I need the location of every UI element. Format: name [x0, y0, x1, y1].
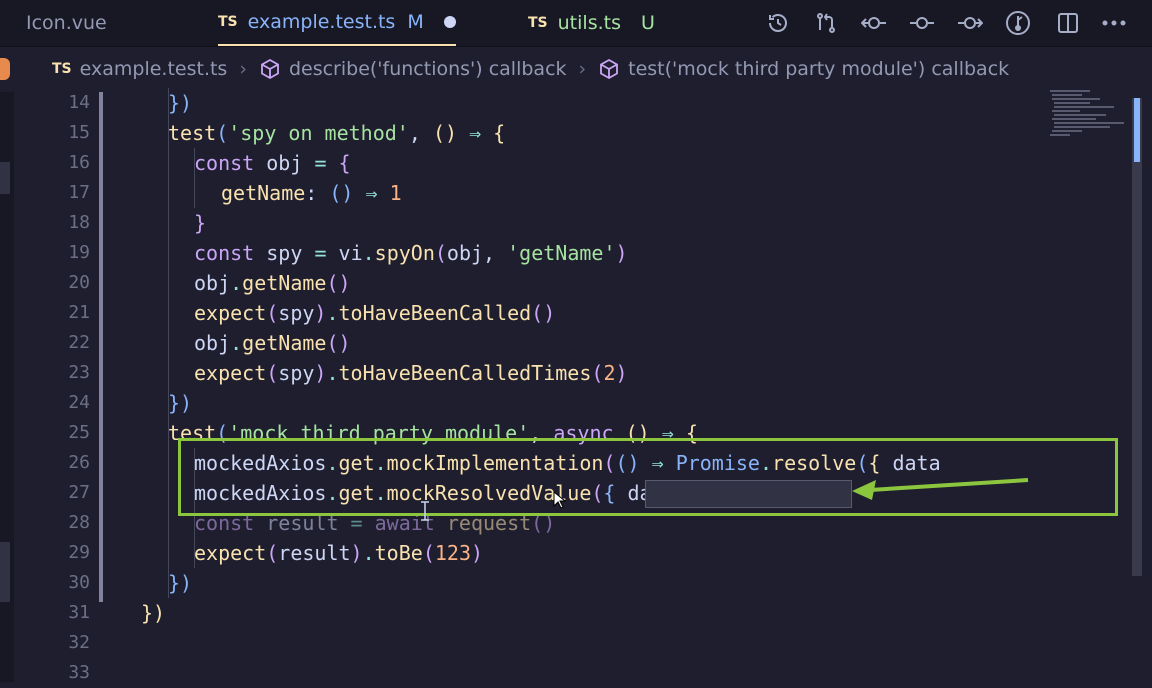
mouse-pointer-icon	[553, 490, 566, 509]
git-modified-indicator[interactable]	[99, 92, 103, 602]
line-number: 29	[68, 542, 90, 563]
line-number: 33	[68, 662, 90, 683]
code-line-30: })	[168, 571, 193, 595]
line-number: 23	[68, 362, 90, 383]
vertical-scrollbar-thumb[interactable]	[1134, 98, 1140, 162]
breadcrumb-file[interactable]: example.test.ts	[80, 58, 228, 80]
line-number: 17	[68, 182, 90, 203]
tab-icon-vue[interactable]: Icon.vue	[26, 0, 107, 46]
code-line-16: const obj = {	[194, 151, 351, 175]
code-line-17: getName: () ⇒ 1	[221, 181, 402, 205]
code-line-18: }	[194, 211, 207, 235]
git-graph-icon[interactable]	[1004, 9, 1032, 37]
tab-label: utils.ts	[557, 12, 621, 34]
code-line-31: })	[141, 601, 166, 625]
chevron-right-icon: ›	[239, 58, 247, 80]
line-number: 27	[68, 482, 90, 503]
previous-change-icon[interactable]	[860, 9, 888, 37]
minimap[interactable]	[1046, 88, 1132, 148]
split-editor-icon[interactable]	[1054, 9, 1082, 37]
line-number: 22	[68, 332, 90, 353]
line-number: 14	[68, 92, 90, 113]
line-number: 32	[68, 632, 90, 653]
annotation-arrow-icon	[852, 478, 1029, 500]
text-cursor-icon	[421, 501, 429, 521]
typescript-icon: TS	[218, 14, 238, 30]
commit-icon[interactable]	[908, 9, 936, 37]
vertical-scrollbar-track[interactable]	[1132, 98, 1142, 576]
code-line-29: expect(result).toBe(123)	[194, 541, 484, 565]
compare-changes-icon[interactable]	[812, 9, 840, 37]
code-editor[interactable]: }) test('spy on method', () ⇒ { const ob…	[112, 88, 1037, 682]
breadcrumb-describe[interactable]: describe('functions') callback	[289, 58, 567, 80]
modified-status: M	[407, 11, 424, 33]
line-number: 18	[68, 212, 90, 233]
code-line-21: expect(spy).toHaveBeenCalled()	[194, 301, 556, 325]
indent-guide	[168, 88, 169, 598]
code-line-22: obj.getName()	[194, 331, 351, 355]
code-line-19: const spy = vi.spyOn(obj, 'getName')	[194, 241, 628, 265]
line-number: 31	[68, 602, 90, 623]
code-line-15: test('spy on method', () ⇒ {	[168, 121, 506, 145]
line-number: 25	[68, 422, 90, 443]
line-number: 26	[68, 452, 90, 473]
unsaved-dot-icon[interactable]	[443, 16, 456, 28]
line-number: 19	[68, 242, 90, 263]
typescript-icon: TS	[528, 15, 548, 31]
timeline-history-icon[interactable]	[764, 9, 792, 37]
breadcrumb: TS example.test.ts › describe('functions…	[0, 46, 1152, 92]
line-number: 16	[68, 152, 90, 173]
line-number: 30	[68, 572, 90, 593]
editor-tab-bar: Icon.vue TS example.test.ts M TS utils.t…	[0, 0, 1152, 47]
code-line-14: })	[168, 91, 193, 115]
side-panel-edge	[0, 92, 14, 682]
line-number: 24	[68, 392, 90, 413]
line-number: 28	[68, 512, 90, 533]
code-line-24: })	[168, 391, 193, 415]
tab-label: example.test.ts	[247, 11, 396, 33]
symbol-method-icon	[261, 58, 279, 80]
tab-label: Icon.vue	[26, 12, 107, 34]
tab-example-test-ts[interactable]: TS example.test.ts M	[218, 0, 456, 46]
code-line-20: obj.getName()	[194, 271, 351, 295]
line-number-gutter: 14 15 16 17 18 19 20 21 22 23 24 25 26 2…	[14, 88, 94, 683]
panel-marker	[0, 542, 10, 602]
line-number: 21	[68, 302, 90, 323]
symbol-method-icon	[600, 58, 619, 80]
code-line-23: expect(spy).toHaveBeenCalledTimes(2)	[194, 361, 628, 385]
chevron-right-icon: ›	[578, 58, 587, 80]
panel-marker	[0, 162, 10, 194]
tab-utils-ts[interactable]: TS utils.ts U	[528, 0, 655, 46]
untracked-status: U	[640, 12, 655, 34]
typescript-icon: TS	[52, 61, 72, 77]
line-number: 20	[68, 272, 90, 293]
breadcrumb-test[interactable]: test('mock third party module') callback	[628, 58, 1009, 80]
line-number: 15	[68, 122, 90, 143]
more-actions-icon[interactable]	[1100, 9, 1128, 37]
next-change-icon[interactable]	[956, 9, 984, 37]
